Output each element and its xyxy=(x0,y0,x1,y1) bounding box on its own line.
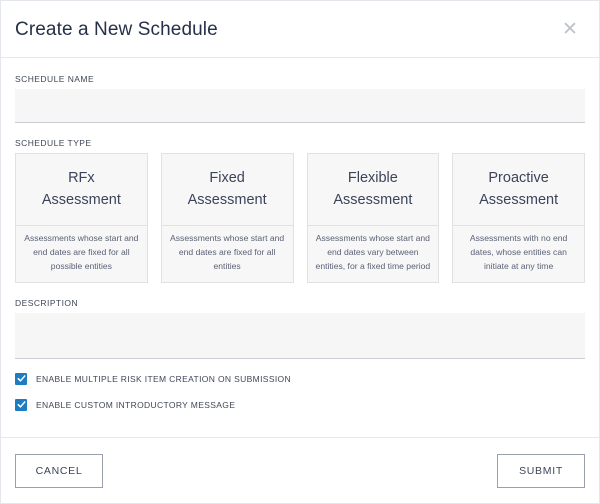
card-description-area: Assessments whose start and end dates ar… xyxy=(162,226,293,282)
card-title-area: Flexible Assessment xyxy=(307,154,439,226)
card-title-line2: Assessment xyxy=(479,191,559,208)
schedule-name-label: SCHEDULE NAME xyxy=(15,74,95,84)
card-description: Assessments whose start and end dates ar… xyxy=(170,233,285,271)
cancel-button[interactable]: CANCEL xyxy=(15,453,103,488)
schedule-type-card-list: RFx Assessment Assessments whose start a… xyxy=(15,153,585,283)
checkbox-row-custom-intro-message[interactable]: ENABLE CUSTOM INTRODUCTORY MESSAGE xyxy=(15,398,585,411)
checkbox-label: ENABLE CUSTOM INTRODUCTORY MESSAGE xyxy=(36,399,236,410)
schedule-type-label: SCHEDULE TYPE xyxy=(15,138,92,148)
description-input[interactable] xyxy=(15,312,585,359)
card-title-line2: Assessment xyxy=(41,191,121,208)
schedule-type-field-group: SCHEDULE TYPE RFx Assessment Assessments… xyxy=(15,138,585,283)
schedule-name-input[interactable] xyxy=(15,89,585,123)
schedule-type-card-flexible[interactable]: Flexible Assessment Assessments whose st… xyxy=(306,153,440,283)
card-title-line1: Proactive xyxy=(488,170,549,187)
submit-button[interactable]: SUBMIT xyxy=(497,453,585,488)
card-title-area: Proactive Assessment xyxy=(453,154,584,226)
card-title: Fixed Assessment xyxy=(188,168,267,210)
card-description-area: Assessments whose start and end dates ar… xyxy=(16,226,147,282)
close-icon[interactable]: ✕ xyxy=(557,16,583,42)
card-description: Assessments whose start and end dates va… xyxy=(315,233,431,271)
description-label: DESCRIPTION xyxy=(15,297,79,308)
card-title-area: RFx Assessment xyxy=(16,154,147,226)
card-title: Flexible Assessment xyxy=(333,168,412,210)
card-description: Assessments with no end dates, whose ent… xyxy=(469,233,568,271)
checkbox-checked-icon[interactable] xyxy=(15,398,27,411)
checkbox-row-multiple-risk-item[interactable]: ENABLE MULTIPLE RISK ITEM CREATION ON SU… xyxy=(15,372,585,385)
checkbox-checked-icon[interactable] xyxy=(15,372,27,385)
card-title: Proactive Assessment xyxy=(479,168,558,210)
modal-header: Create a New Schedule ✕ xyxy=(1,1,599,58)
create-schedule-modal: Create a New Schedule ✕ SCHEDULE NAME SC… xyxy=(0,0,600,504)
schedule-type-card-proactive[interactable]: Proactive Assessment Assessments with no… xyxy=(452,153,585,283)
schedule-name-field-group: SCHEDULE NAME xyxy=(15,74,585,123)
card-title: RFx Assessment xyxy=(42,168,121,210)
description-field-group: DESCRIPTION xyxy=(15,298,585,359)
card-title-area: Fixed Assessment xyxy=(161,154,293,226)
card-title-line1: RFx xyxy=(68,170,95,187)
card-description-area: Assessments with no end dates, whose ent… xyxy=(453,226,584,282)
card-title-line1: Fixed xyxy=(209,170,245,187)
checkbox-label: ENABLE MULTIPLE RISK ITEM CREATION ON SU… xyxy=(36,373,291,384)
card-description-area: Assessments whose start and end dates va… xyxy=(308,226,439,282)
card-title-line2: Assessment xyxy=(187,191,267,208)
schedule-type-card-fixed[interactable]: Fixed Assessment Assessments whose start… xyxy=(160,153,294,283)
card-title-line1: Flexible xyxy=(347,170,398,187)
page-title: Create a New Schedule xyxy=(15,18,218,40)
card-title-line2: Assessment xyxy=(333,191,413,208)
modal-body: SCHEDULE NAME SCHEDULE TYPE RFx Assessme… xyxy=(1,58,599,437)
card-description: Assessments whose start and end dates ar… xyxy=(24,233,139,271)
modal-footer: CANCEL SUBMIT xyxy=(1,437,599,503)
schedule-type-card-rfx[interactable]: RFx Assessment Assessments whose start a… xyxy=(15,153,148,283)
